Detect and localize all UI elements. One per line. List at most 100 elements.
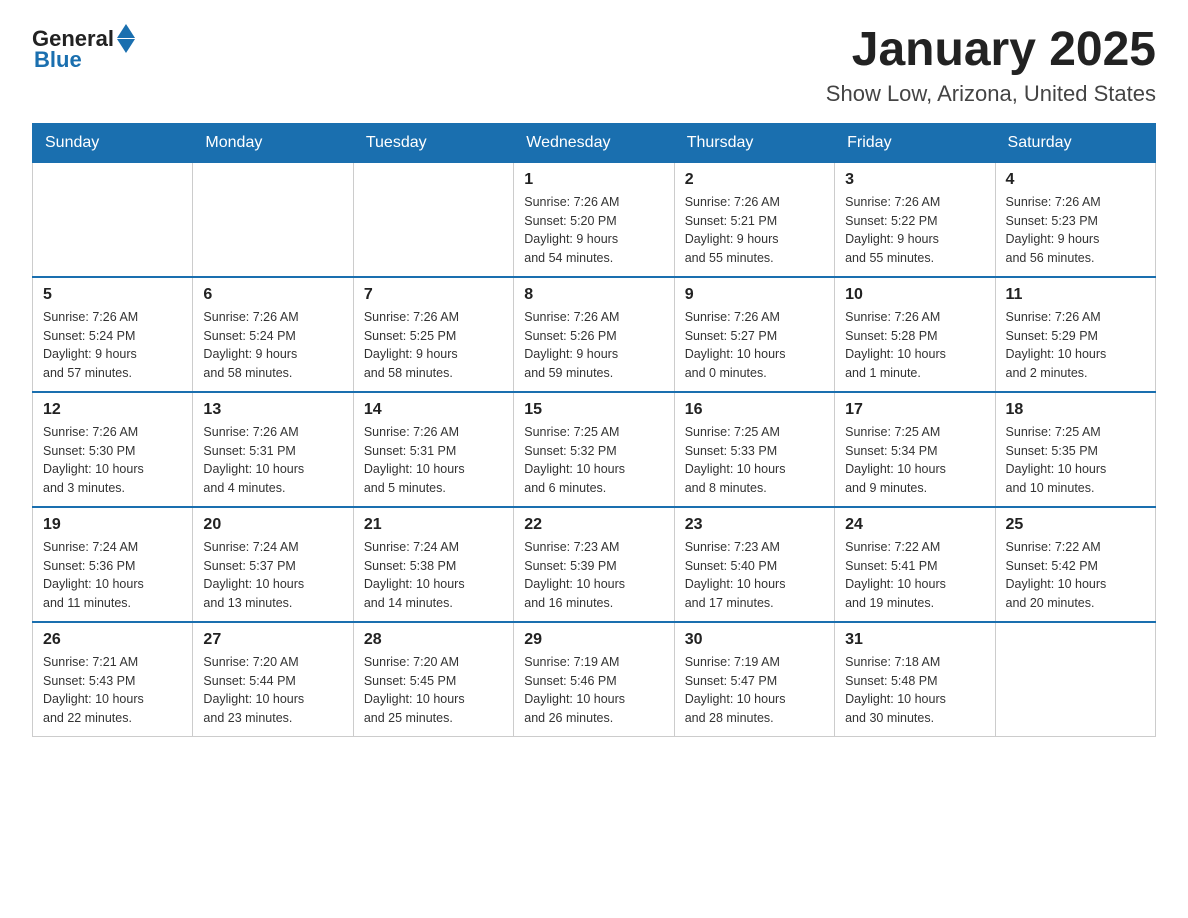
day-info: Sunrise: 7:26 AMSunset: 5:24 PMDaylight:… [203,308,342,383]
calendar-cell: 15 Sunrise: 7:25 AMSunset: 5:32 PMDayligh… [514,392,674,507]
day-info: Sunrise: 7:26 AMSunset: 5:26 PMDaylight:… [524,308,663,383]
day-number: 29 [524,631,663,649]
day-info: Sunrise: 7:24 AMSunset: 5:38 PMDaylight:… [364,538,503,613]
day-info: Sunrise: 7:26 AMSunset: 5:22 PMDaylight:… [845,193,984,268]
day-number: 22 [524,516,663,534]
day-info: Sunrise: 7:26 AMSunset: 5:20 PMDaylight:… [524,193,663,268]
day-info: Sunrise: 7:23 AMSunset: 5:40 PMDaylight:… [685,538,824,613]
day-info: Sunrise: 7:26 AMSunset: 5:30 PMDaylight:… [43,423,182,498]
calendar-cell: 20Sunrise: 7:24 AMSunset: 5:37 PMDayligh… [193,507,353,622]
day-number: 27 [203,631,342,649]
calendar-cell [33,162,193,277]
day-info: Sunrise: 7:20 AMSunset: 5:45 PMDaylight:… [364,653,503,728]
calendar-cell: 8 Sunrise: 7:26 AMSunset: 5:26 PMDaylight… [514,277,674,392]
calendar-cell: 5 Sunrise: 7:26 AMSunset: 5:24 PMDaylight… [33,277,193,392]
day-info: Sunrise: 7:18 AMSunset: 5:48 PMDaylight:… [845,653,984,728]
calendar-cell: 19Sunrise: 7:24 AMSunset: 5:36 PMDayligh… [33,507,193,622]
calendar-day-header: Saturday [995,123,1155,162]
day-number: 4 [1006,171,1145,189]
calendar-cell: 9Sunrise: 7:26 AMSunset: 5:27 PMDaylight… [674,277,834,392]
logo-blue-text: Blue [34,47,82,73]
day-info: Sunrise: 7:21 AMSunset: 5:43 PMDaylight:… [43,653,182,728]
calendar-cell: 29Sunrise: 7:19 AMSunset: 5:46 PMDayligh… [514,622,674,737]
calendar-cell: 30Sunrise: 7:19 AMSunset: 5:47 PMDayligh… [674,622,834,737]
day-number: 10 [845,286,984,304]
title-section: January 2025 Show Low, Arizona, United S… [826,24,1156,107]
day-info: Sunrise: 7:24 AMSunset: 5:36 PMDaylight:… [43,538,182,613]
day-number: 17 [845,401,984,419]
calendar-week-row: 12 Sunrise: 7:26 AMSunset: 5:30 PMDayligh… [33,392,1156,507]
calendar-cell: 13Sunrise: 7:26 AMSunset: 5:31 PMDayligh… [193,392,353,507]
calendar-cell: 1 Sunrise: 7:26 AMSunset: 5:20 PMDaylight… [514,162,674,277]
calendar-cell: 23 Sunrise: 7:23 AMSunset: 5:40 PMDayligh… [674,507,834,622]
day-number: 1 [524,171,663,189]
day-number: 31 [845,631,984,649]
calendar-week-row: 26 Sunrise: 7:21 AMSunset: 5:43 PMDayligh… [33,622,1156,737]
page-header: General Blue January 2025 Show Low, Ariz… [32,24,1156,107]
day-info: Sunrise: 7:22 AMSunset: 5:41 PMDaylight:… [845,538,984,613]
logo: General Blue [32,24,135,73]
calendar-cell: 14Sunrise: 7:26 AMSunset: 5:31 PMDayligh… [353,392,513,507]
day-number: 15 [524,401,663,419]
day-info: Sunrise: 7:25 AMSunset: 5:34 PMDaylight:… [845,423,984,498]
day-info: Sunrise: 7:26 AMSunset: 5:25 PMDaylight:… [364,308,503,383]
calendar-cell: 31 Sunrise: 7:18 AMSunset: 5:48 PMDayligh… [835,622,995,737]
calendar-cell: 2 Sunrise: 7:26 AMSunset: 5:21 PMDaylight… [674,162,834,277]
calendar-cell: 25 Sunrise: 7:22 AMSunset: 5:42 PMDayligh… [995,507,1155,622]
day-number: 3 [845,171,984,189]
calendar-cell: 6 Sunrise: 7:26 AMSunset: 5:24 PMDaylight… [193,277,353,392]
calendar-day-header: Sunday [33,123,193,162]
day-number: 16 [685,401,824,419]
day-info: Sunrise: 7:26 AMSunset: 5:31 PMDaylight:… [364,423,503,498]
calendar-cell: 28 Sunrise: 7:20 AMSunset: 5:45 PMDayligh… [353,622,513,737]
calendar-cell: 4 Sunrise: 7:26 AMSunset: 5:23 PMDaylight… [995,162,1155,277]
day-number: 20 [203,516,342,534]
day-number: 6 [203,286,342,304]
day-number: 12 [43,401,182,419]
day-number: 9 [685,286,824,304]
day-info: Sunrise: 7:19 AMSunset: 5:47 PMDaylight:… [685,653,824,728]
day-info: Sunrise: 7:26 AMSunset: 5:28 PMDaylight:… [845,308,984,383]
day-number: 23 [685,516,824,534]
calendar-cell: 3 Sunrise: 7:26 AMSunset: 5:22 PMDaylight… [835,162,995,277]
day-info: Sunrise: 7:25 AMSunset: 5:33 PMDaylight:… [685,423,824,498]
calendar-cell: 26 Sunrise: 7:21 AMSunset: 5:43 PMDayligh… [33,622,193,737]
day-info: Sunrise: 7:26 AMSunset: 5:23 PMDaylight:… [1006,193,1145,268]
day-number: 5 [43,286,182,304]
day-number: 26 [43,631,182,649]
calendar-cell: 18Sunrise: 7:25 AMSunset: 5:35 PMDayligh… [995,392,1155,507]
day-info: Sunrise: 7:20 AMSunset: 5:44 PMDaylight:… [203,653,342,728]
calendar-day-header: Tuesday [353,123,513,162]
day-number: 28 [364,631,503,649]
calendar-table: SundayMondayTuesdayWednesdayThursdayFrid… [32,123,1156,737]
day-number: 8 [524,286,663,304]
calendar-cell: 27 Sunrise: 7:20 AMSunset: 5:44 PMDayligh… [193,622,353,737]
calendar-day-header: Thursday [674,123,834,162]
calendar-week-row: 5 Sunrise: 7:26 AMSunset: 5:24 PMDaylight… [33,277,1156,392]
calendar-week-row: 1 Sunrise: 7:26 AMSunset: 5:20 PMDaylight… [33,162,1156,277]
calendar-cell [353,162,513,277]
calendar-cell: 24 Sunrise: 7:22 AMSunset: 5:41 PMDayligh… [835,507,995,622]
day-number: 11 [1006,286,1145,304]
calendar-day-header: Wednesday [514,123,674,162]
day-info: Sunrise: 7:26 AMSunset: 5:21 PMDaylight:… [685,193,824,268]
day-info: Sunrise: 7:25 AMSunset: 5:35 PMDaylight:… [1006,423,1145,498]
calendar-cell [193,162,353,277]
day-number: 24 [845,516,984,534]
calendar-cell: 16 Sunrise: 7:25 AMSunset: 5:33 PMDayligh… [674,392,834,507]
day-info: Sunrise: 7:22 AMSunset: 5:42 PMDaylight:… [1006,538,1145,613]
calendar-day-header: Monday [193,123,353,162]
day-number: 25 [1006,516,1145,534]
day-info: Sunrise: 7:26 AMSunset: 5:31 PMDaylight:… [203,423,342,498]
calendar-cell: 21Sunrise: 7:24 AMSunset: 5:38 PMDayligh… [353,507,513,622]
month-title: January 2025 [826,24,1156,77]
calendar-cell: 17 Sunrise: 7:25 AMSunset: 5:34 PMDayligh… [835,392,995,507]
day-info: Sunrise: 7:26 AMSunset: 5:24 PMDaylight:… [43,308,182,383]
calendar-cell: 10 Sunrise: 7:26 AMSunset: 5:28 PMDayligh… [835,277,995,392]
day-number: 2 [685,171,824,189]
calendar-cell: 22Sunrise: 7:23 AMSunset: 5:39 PMDayligh… [514,507,674,622]
day-info: Sunrise: 7:25 AMSunset: 5:32 PMDaylight:… [524,423,663,498]
calendar-header-row: SundayMondayTuesdayWednesdayThursdayFrid… [33,123,1156,162]
day-number: 7 [364,286,503,304]
calendar-cell: 12 Sunrise: 7:26 AMSunset: 5:30 PMDayligh… [33,392,193,507]
